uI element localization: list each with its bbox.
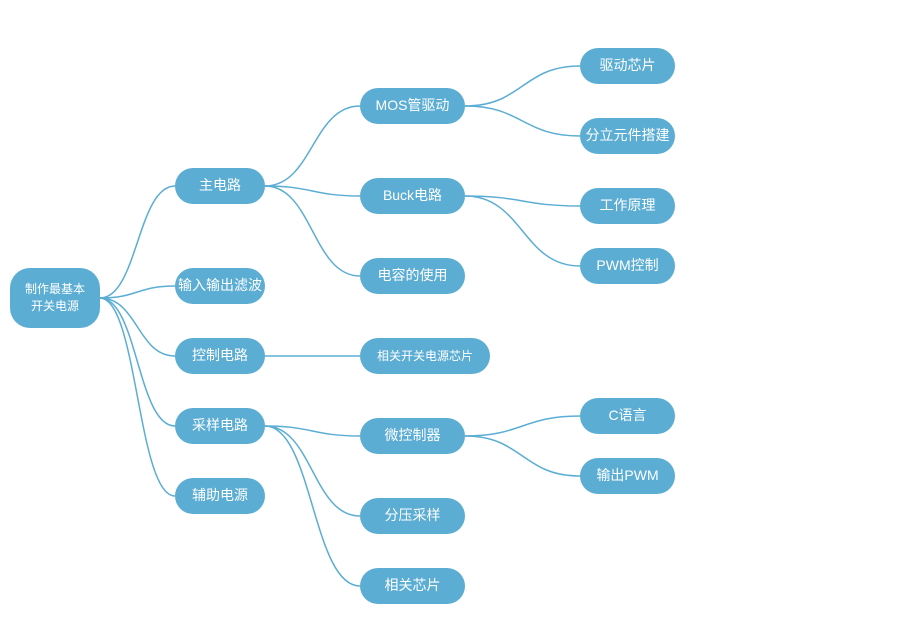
node-n121: 工作原理 [580,188,675,224]
node-n122: PWM控制 [580,248,675,284]
node-n12: Buck电路 [360,178,465,214]
node-n111: 驱动芯片 [580,48,675,84]
node-n13: 电容的使用 [360,258,465,294]
node-n5: 辅助电源 [175,478,265,514]
node-n411: C语言 [580,398,675,434]
node-n112: 分立元件搭建 [580,118,675,154]
node-n4: 采样电路 [175,408,265,444]
node-n11: MOS管驱动 [360,88,465,124]
node-n412: 输出PWM [580,458,675,494]
node-n1: 主电路 [175,168,265,204]
node-n41: 微控制器 [360,418,465,454]
node-root: 制作最基本 开关电源 [10,268,100,328]
diagram-container: 制作最基本 开关电源 主电路输入输出滤波控制电路采样电路辅助电源 MOS管驱动 Buc… [0,0,923,629]
node-n2: 输入输出滤波 [175,268,265,304]
node-n3: 控制电路 [175,338,265,374]
node-n31: 相关开关电源芯片 [360,338,490,374]
node-n43: 相关芯片 [360,568,465,604]
node-n42: 分压采样 [360,498,465,534]
